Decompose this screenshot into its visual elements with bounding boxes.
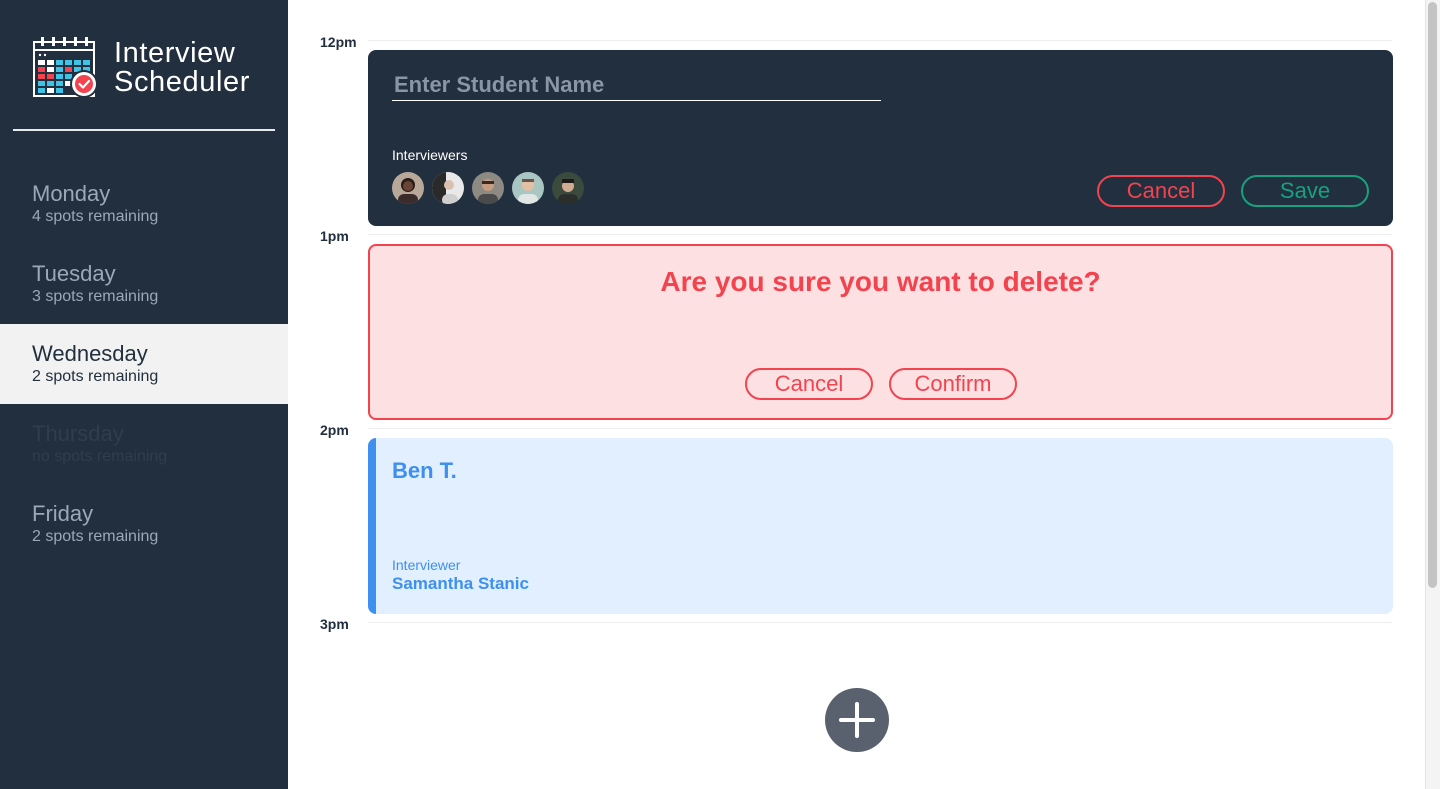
- brand-title: Interview Scheduler: [114, 39, 250, 97]
- confirm-cancel-button[interactable]: Cancel: [745, 368, 873, 400]
- time-label-3pm: 3pm: [320, 616, 349, 632]
- scrollbar-thumb[interactable]: [1428, 2, 1437, 588]
- day-item-thursday[interactable]: Thursday no spots remaining: [0, 404, 288, 484]
- day-name: Tuesday: [32, 261, 116, 286]
- brand-title-line1: Interview: [114, 37, 236, 69]
- appointment-student-name: Ben T.: [392, 458, 457, 483]
- day-spots: 2 spots remaining: [32, 368, 159, 385]
- confirm-message: Are you sure you want to delete?: [660, 266, 1101, 297]
- interviewer-avatar[interactable]: [392, 172, 424, 204]
- day-name: Wednesday: [32, 341, 148, 366]
- day-name: Monday: [32, 181, 111, 206]
- time-divider: [368, 428, 1392, 429]
- interviewer-avatar[interactable]: [472, 172, 504, 204]
- appointment-form: Interviewers Cancel Save: [368, 50, 1393, 226]
- save-button[interactable]: Save: [1241, 175, 1369, 207]
- time-divider: [368, 40, 1392, 41]
- appointment-card[interactable]: Ben T. Interviewer Samantha Stanic: [368, 438, 1393, 614]
- day-item-friday[interactable]: Friday 2 spots remaining: [0, 484, 288, 564]
- plus-icon: [839, 702, 875, 738]
- day-name: Thursday: [32, 421, 124, 446]
- sidebar-divider: [13, 129, 275, 131]
- appointment-interviewer-label: Interviewer: [392, 557, 461, 573]
- day-spots: 4 spots remaining: [32, 208, 159, 225]
- day-spots: no spots remaining: [32, 448, 168, 465]
- student-name-input[interactable]: [392, 70, 881, 101]
- appointment-interviewer-name: Samantha Stanic: [392, 574, 529, 593]
- delete-confirmation: Are you sure you want to delete? Cancel …: [368, 244, 1393, 420]
- day-item-monday[interactable]: Monday 4 spots remaining: [0, 164, 288, 244]
- form-cancel-button[interactable]: Cancel: [1097, 175, 1225, 207]
- confirm-button[interactable]: Confirm: [889, 368, 1017, 400]
- brand: Interview Scheduler: [32, 36, 250, 100]
- day-item-tuesday[interactable]: Tuesday 3 spots remaining: [0, 244, 288, 324]
- interviewer-avatar[interactable]: [432, 172, 464, 204]
- interviewers-label: Interviewers: [392, 147, 468, 163]
- day-list: Monday 4 spots remaining Tuesday 3 spots…: [0, 164, 288, 564]
- time-label-12pm: 12pm: [320, 34, 357, 50]
- day-name: Friday: [32, 501, 94, 526]
- time-label-2pm: 2pm: [320, 422, 349, 438]
- brand-title-line2: Scheduler: [114, 66, 250, 98]
- add-appointment-button[interactable]: [825, 688, 889, 752]
- time-divider: [368, 234, 1392, 235]
- sidebar: Interview Scheduler Monday 4 spots remai…: [0, 0, 288, 789]
- day-spots: 3 spots remaining: [32, 288, 159, 305]
- interviewer-avatar[interactable]: [552, 172, 584, 204]
- day-item-wednesday[interactable]: Wednesday 2 spots remaining: [0, 324, 288, 404]
- time-divider: [368, 622, 1392, 623]
- day-spots: 2 spots remaining: [32, 528, 159, 545]
- calendar-check-icon: [33, 37, 98, 98]
- schedule: 12pm Interviewers Cancel Save 1pm: [288, 0, 1425, 789]
- interviewer-list: [392, 172, 592, 204]
- interviewer-avatar[interactable]: [512, 172, 544, 204]
- time-label-1pm: 1pm: [320, 228, 349, 244]
